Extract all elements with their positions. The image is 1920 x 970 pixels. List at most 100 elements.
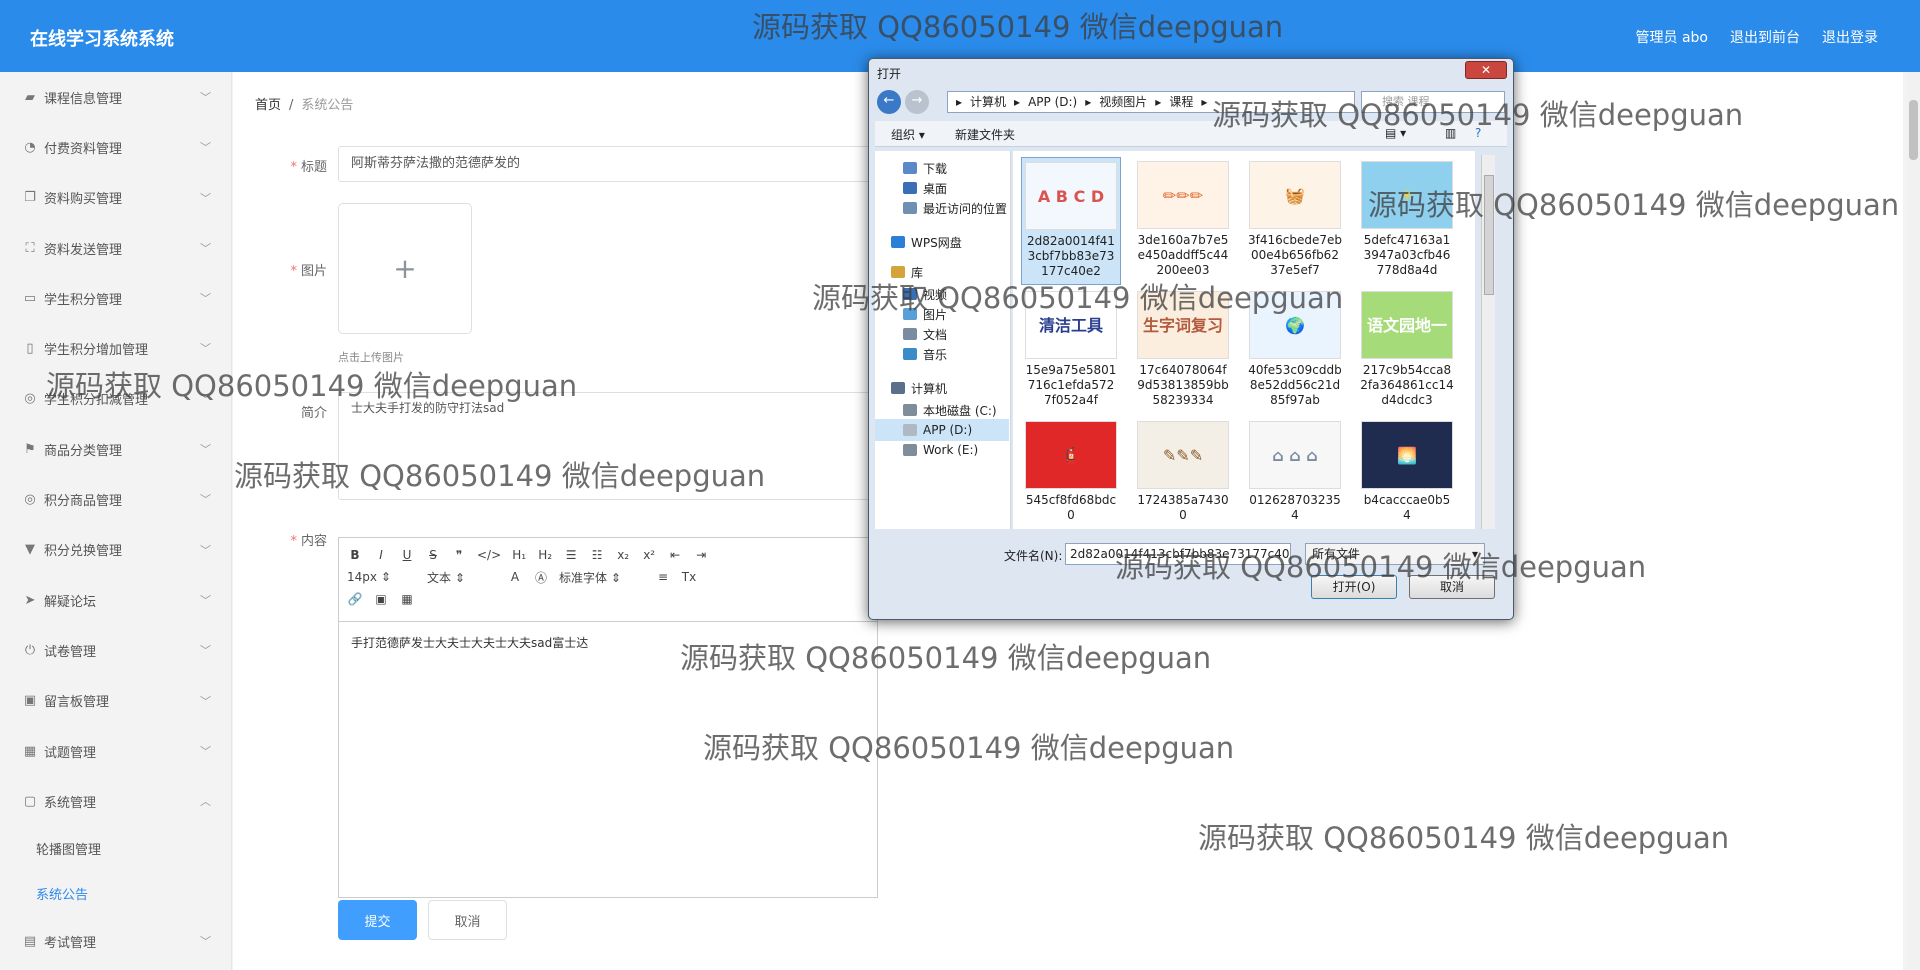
title-input[interactable]: 阿斯蒂芬萨法撒的范德萨发的 (338, 146, 918, 182)
path-segment[interactable]: 视频图片 (1099, 92, 1147, 112)
font-size-select[interactable]: 14px ⇕ (347, 570, 417, 584)
close-icon[interactable]: ✕ (1465, 61, 1507, 79)
align-icon[interactable]: ≡ (655, 570, 671, 584)
sidebar-item-10[interactable]: ➤ 解疑论坛 ﹀ (0, 575, 231, 625)
file-thumbnail: 🧯 (1025, 421, 1117, 489)
clear-format-icon[interactable]: Tx (681, 570, 697, 584)
nav-item-1[interactable]: 桌面 (875, 177, 1009, 199)
open-button[interactable]: 打开(O) (1311, 575, 1397, 599)
sidebar-subitem-1[interactable]: 系统公告 (0, 871, 231, 916)
file-item[interactable]: 🧯 545cf8fd68bdc0 (1021, 417, 1121, 529)
file-scrollbar[interactable] (1481, 155, 1495, 529)
sidebar-item-0[interactable]: ▰ 课程信息管理 ﹀ (0, 72, 231, 122)
file-item[interactable]: 生字词复习 17c64078064f9d53813859bb58239334 (1133, 287, 1233, 415)
sidebar-item-9[interactable]: ▼ 积分兑换管理 ﹀ (0, 525, 231, 575)
sidebar-item-11[interactable]: ⏻ 试卷管理 ﹀ (0, 625, 231, 675)
sidebar-item-8[interactable]: ◎ 积分商品管理 ﹀ (0, 474, 231, 524)
nav-item-11[interactable]: APP (D:) (875, 419, 1009, 441)
file-item[interactable]: 🌍 40fe53c09cddb8e52dd56c21d85f97ab (1245, 287, 1345, 415)
path-segment[interactable]: 课程 (1169, 92, 1193, 112)
heading1-icon[interactable]: H₁ (511, 548, 527, 562)
quote-icon[interactable]: ❞ (451, 548, 467, 562)
file-item[interactable]: A B C D 2d82a0014f413cbf7bb83e73177c40e2 (1021, 157, 1121, 285)
nav-item-12[interactable]: Work (E:) (875, 439, 1009, 461)
editor-body[interactable]: 手打范德萨发士大夫士大夫士大夫sad富士达 (339, 622, 877, 663)
text-color-icon[interactable]: A (507, 570, 523, 584)
bold-icon[interactable]: B (347, 548, 363, 562)
file-item[interactable]: ⌂ ⌂ ⌂ 0126287032354 (1245, 417, 1345, 529)
sidebar-subitem-0[interactable]: 轮播图管理 (0, 826, 231, 871)
nav-item-7[interactable]: 文档 (875, 323, 1009, 345)
nav-item-10[interactable]: 本地磁盘 (C:) (875, 399, 1009, 421)
font-family-select[interactable]: 标准字体 ⇕ (559, 569, 645, 586)
file-item[interactable]: 🌅 b4cacccae0b54 (1357, 417, 1457, 529)
sidebar-item-5[interactable]: ▯ 学生积分增加管理 ﹀ (0, 323, 231, 373)
ordered-list-icon[interactable]: ☰ (563, 548, 579, 562)
superscript-icon[interactable]: x² (641, 548, 657, 562)
sidebar-item-1[interactable]: ◔ 付费资料管理 ﹀ (0, 122, 231, 172)
sidebar-item-4[interactable]: ▭ 学生积分管理 ﹀ (0, 273, 231, 323)
exit-to-front-link[interactable]: 退出到前台 (1730, 27, 1800, 47)
sidebar-item-6[interactable]: ◎ 学生积分扣减管理 ﹀ (0, 374, 231, 424)
file-item[interactable]: ✎✎✎ 1724385a74300 (1133, 417, 1233, 529)
cancel-button[interactable]: 取消 (428, 900, 507, 940)
path-segment[interactable]: APP (D:) (1028, 92, 1077, 112)
nav-item-2[interactable]: 最近访问的位置 (875, 197, 1009, 219)
image-icon[interactable]: ▣ (373, 592, 389, 606)
address-bar[interactable]: ▸ 计算机 ▸ APP (D:) ▸ 视频图片 ▸ 课程 ▸ (947, 91, 1355, 113)
organize-button[interactable]: 组织 ▾ (891, 126, 925, 143)
italic-icon[interactable]: I (373, 548, 389, 562)
sidebar-item-13[interactable]: ▦ 试题管理 ﹀ (0, 726, 231, 776)
dialog-cancel-button[interactable]: 取消 (1409, 575, 1495, 599)
video-icon[interactable]: ▦ (399, 592, 415, 606)
submit-button[interactable]: 提交 (338, 900, 417, 940)
sidebar-item-14[interactable]: ▢ 系统管理 ︿ (0, 776, 231, 826)
logout-link[interactable]: 退出登录 (1822, 27, 1878, 47)
sidebar-item-12[interactable]: ▣ 留言板管理 ﹀ (0, 676, 231, 726)
file-item[interactable]: ✏✏✏ 3de160a7b7e5e450addff5c44200ee03 (1133, 157, 1233, 285)
file-item[interactable]: ☀ 5defc47163a13947a03cfb46778d8a4d (1357, 157, 1457, 285)
intro-textarea[interactable]: 士大夫手打发的防守打法sad (338, 392, 918, 500)
file-item[interactable]: 语文园地一 217c9b54cca82fa364861cc14d4dcdc3 (1357, 287, 1457, 415)
file-item[interactable]: 🧺 3f416cbede7eb00e4b656fb6237e5ef7 (1245, 157, 1345, 285)
breadcrumb-home[interactable]: 首页 (255, 98, 281, 113)
code-icon[interactable]: </> (477, 548, 501, 562)
view-icon[interactable]: ▤ ▾ (1385, 126, 1406, 140)
help-icon[interactable]: ? (1475, 126, 1481, 140)
sidebar-item-3[interactable]: ⛶ 资料发送管理 ﹀ (0, 223, 231, 273)
indent-icon[interactable]: ⇥ (693, 548, 709, 562)
link-icon[interactable]: 🔗 (347, 592, 363, 606)
nav-item-6[interactable]: 图片 (875, 303, 1009, 325)
file-scrollbar-thumb[interactable] (1484, 175, 1494, 295)
underline-icon[interactable]: U (399, 548, 415, 562)
nav-item-0[interactable]: 下载 (875, 157, 1009, 179)
filetype-select[interactable]: 所有文件 ▾ (1305, 543, 1485, 565)
image-upload-button[interactable]: + (338, 203, 472, 334)
strike-icon[interactable]: S (425, 548, 441, 562)
subscript-icon[interactable]: x₂ (615, 548, 631, 562)
format-select[interactable]: 文本 ⇕ (427, 569, 497, 586)
outdent-icon[interactable]: ⇤ (667, 548, 683, 562)
file-item[interactable]: 清洁工具 15e9a75e5801716c1efda5727f052a4f (1021, 287, 1121, 415)
nav-item-9[interactable]: 计算机 (875, 377, 1009, 399)
bg-color-icon[interactable]: Ⓐ (533, 569, 549, 586)
nav-item-5[interactable]: 视频 (875, 283, 1009, 305)
filename-input[interactable]: 2d82a0014f413cbf7bb83e73177c40e2 (1065, 543, 1291, 565)
sidebar-item-7[interactable]: ⚑ 商品分类管理 ﹀ (0, 424, 231, 474)
back-icon[interactable]: ← (877, 90, 901, 114)
sidebar-item-2[interactable]: ❐ 资料购买管理 ﹀ (0, 173, 231, 223)
page-scrollbar[interactable] (1907, 72, 1920, 970)
sidebar-item-exam[interactable]: ▤ 考试管理 ﹀ (0, 916, 231, 966)
path-segment[interactable]: 计算机 (970, 92, 1006, 112)
forward-icon[interactable]: → (905, 90, 929, 114)
heading2-icon[interactable]: H₂ (537, 548, 553, 562)
nav-item-3[interactable]: WPS网盘 (875, 231, 1009, 253)
search-input[interactable]: 搜索 课程 (1361, 91, 1505, 113)
nav-item-4[interactable]: 库 (875, 261, 1009, 283)
nav-item-8[interactable]: 音乐 (875, 343, 1009, 365)
bullet-list-icon[interactable]: ☷ (589, 548, 605, 562)
scrollbar-thumb[interactable] (1909, 100, 1918, 160)
admin-user-link[interactable]: 管理员 abo (1636, 27, 1708, 47)
new-folder-button[interactable]: 新建文件夹 (955, 126, 1015, 143)
preview-pane-icon[interactable]: ▥ (1445, 126, 1456, 140)
